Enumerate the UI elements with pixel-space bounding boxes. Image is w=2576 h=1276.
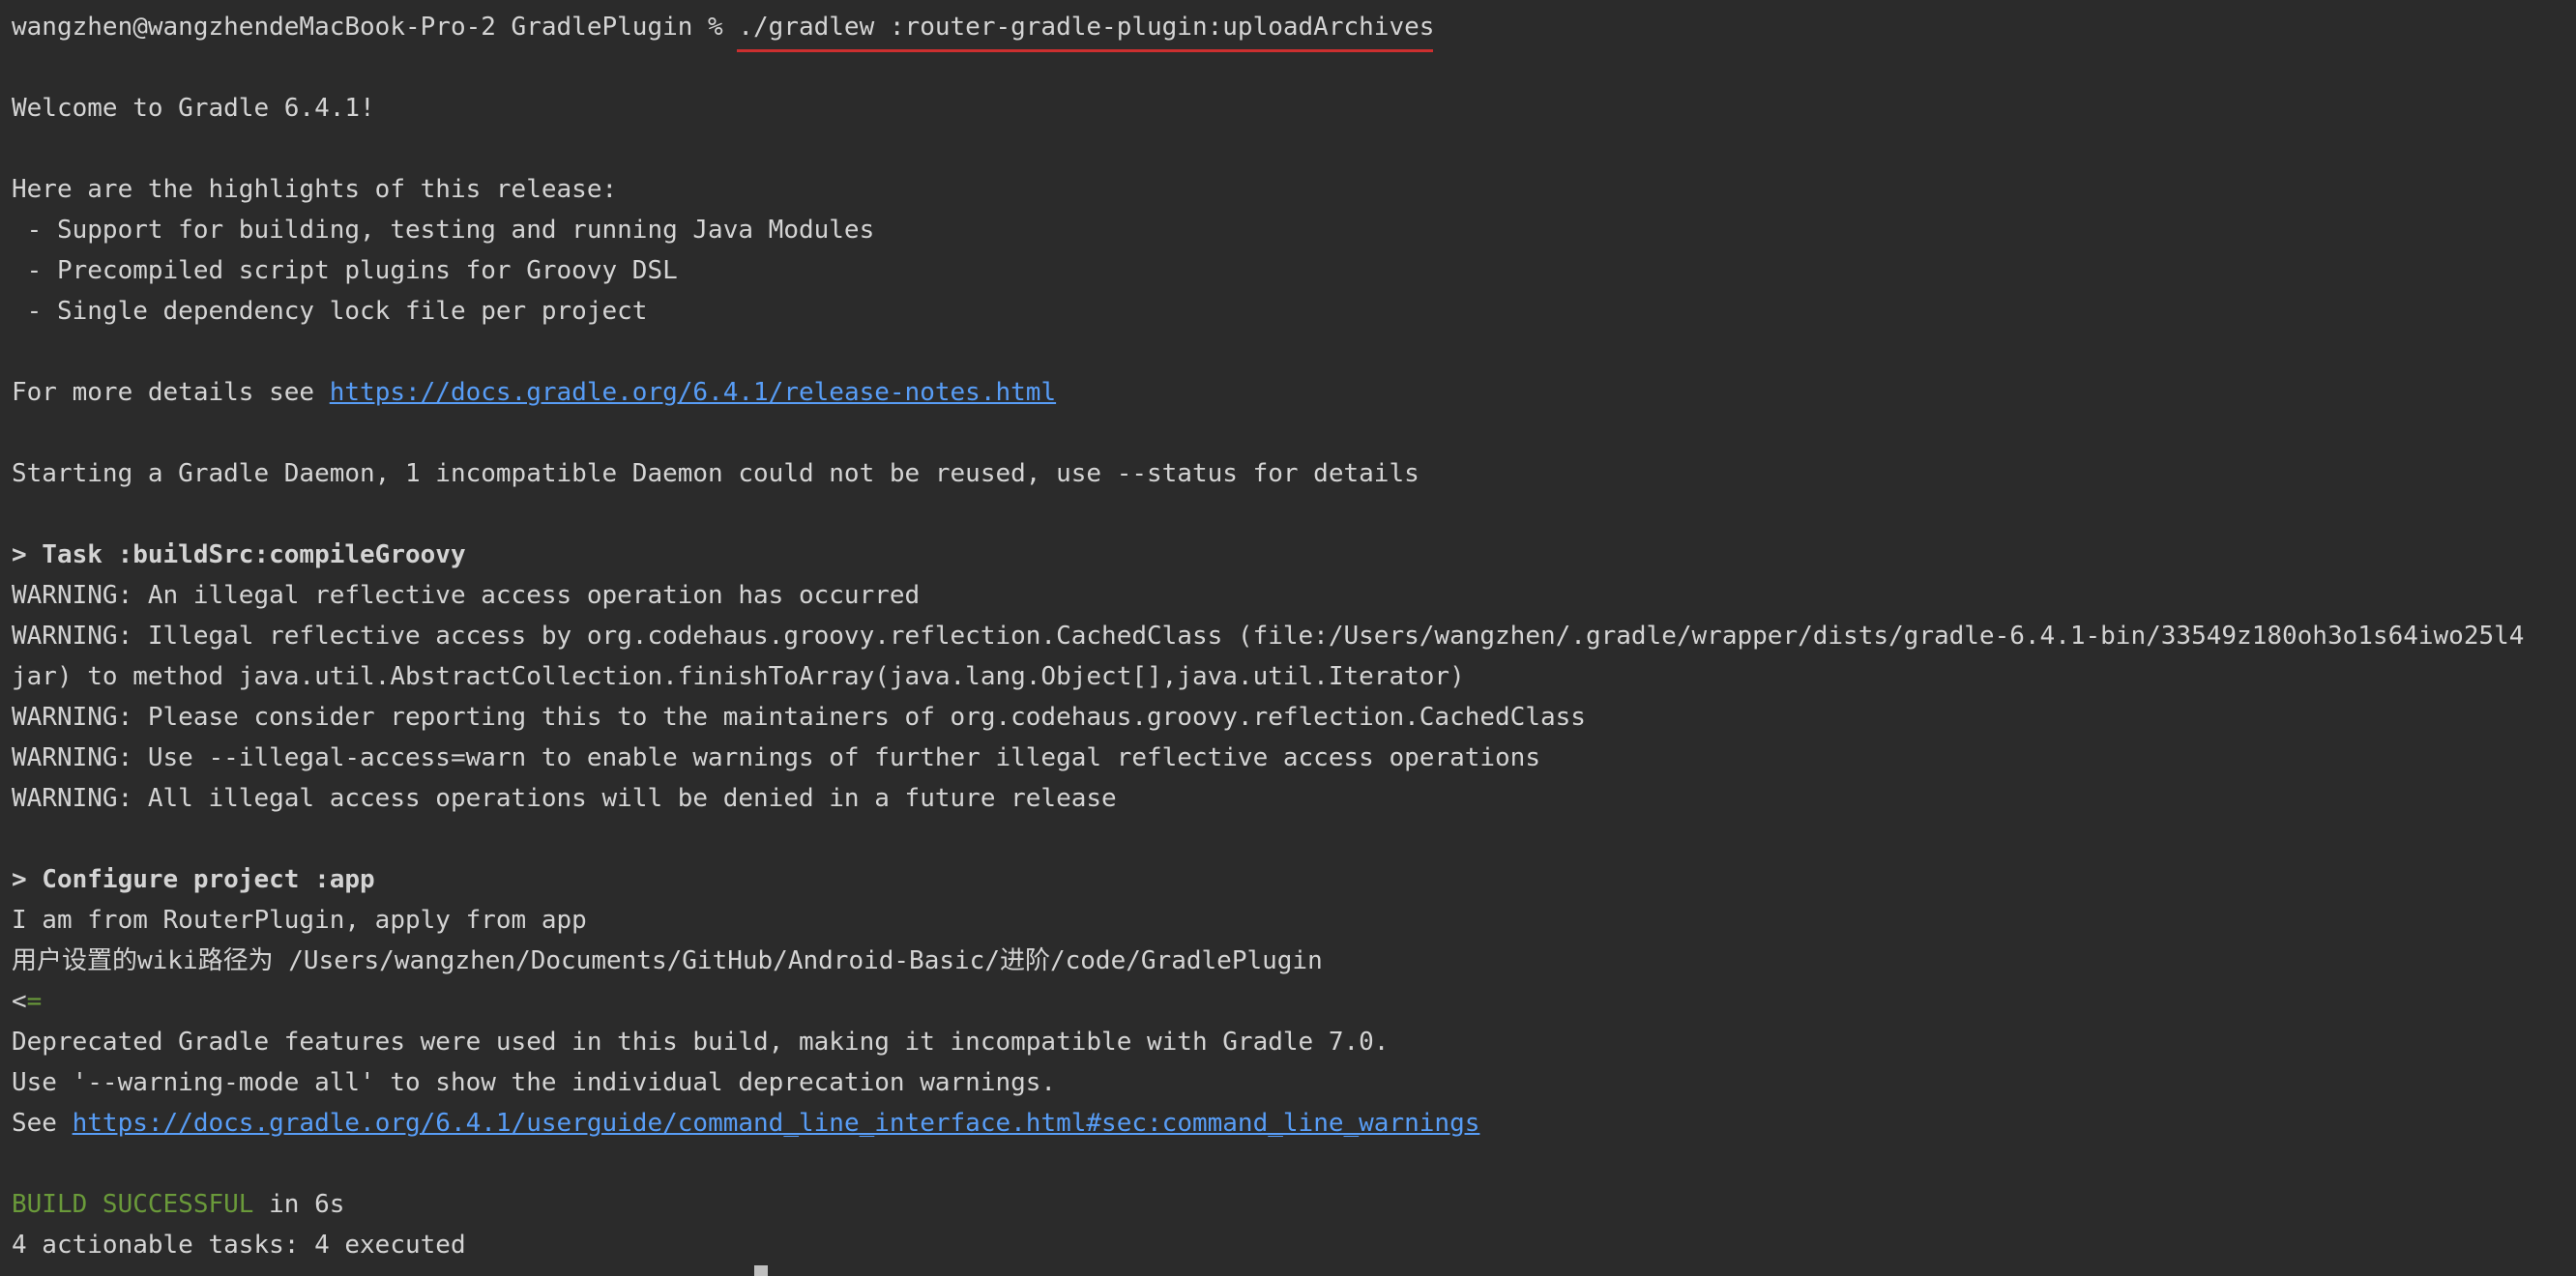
warning-line: WARNING: All illegal access operations w…	[12, 784, 1117, 813]
plugin-message: I am from RouterPlugin, apply from app	[12, 906, 587, 935]
daemon-message: Starting a Gradle Daemon, 1 incompatible…	[12, 459, 1420, 488]
command-text: ./gradlew :router-gradle-plugin:uploadAr…	[738, 13, 1435, 42]
deprecation-hint: Use '--warning-mode all' to show the ind…	[12, 1068, 1057, 1097]
build-time: in 6s	[253, 1190, 345, 1219]
highlight-item: - Single dependency lock file per projec…	[12, 297, 648, 326]
build-result: BUILD SUCCESSFUL in 6s	[12, 1184, 344, 1225]
build-status: BUILD SUCCESSFUL	[12, 1190, 254, 1219]
progress-fill: =	[26, 987, 43, 1016]
progress-bracket: <	[12, 987, 27, 1016]
terminal-window[interactable]: wangzhen@wangzhendeMacBook-Pro-2 GradleP…	[0, 0, 2576, 1276]
warning-line: jar) to method java.util.AbstractCollect…	[12, 662, 1465, 691]
warning-line: WARNING: Use --illegal-access=warn to en…	[12, 743, 1540, 772]
command-line-warnings-link[interactable]: https://docs.gradle.org/6.4.1/userguide/…	[73, 1109, 1480, 1138]
highlight-item: - Precompiled script plugins for Groovy …	[12, 256, 678, 285]
command-underline	[737, 49, 1433, 52]
configure-project-app: > Configure project :app	[12, 865, 375, 894]
see-line: See https://docs.gradle.org/6.4.1/usergu…	[12, 1103, 1479, 1144]
wiki-path-message: 用户设置的wiki路径为 /Users/wangzhen/Documents/G…	[12, 946, 1323, 975]
shell-prompt: wangzhen@wangzhendeMacBook-Pro-2 GradleP…	[12, 13, 739, 42]
details-line: For more details see https://docs.gradle…	[12, 372, 1056, 413]
task-compile-groovy: > Task :buildSrc:compileGroovy	[12, 540, 466, 569]
progress-indicator: <=	[12, 981, 42, 1022]
highlights-header: Here are the highlights of this release:	[12, 175, 618, 204]
welcome-line: Welcome to Gradle 6.4.1!	[12, 94, 375, 123]
release-notes-link[interactable]: https://docs.gradle.org/6.4.1/release-no…	[330, 378, 1056, 407]
warning-line: WARNING: Illegal reflective access by or…	[12, 622, 2525, 651]
highlight-item: - Support for building, testing and runn…	[12, 216, 875, 245]
text-cursor	[754, 1265, 768, 1276]
warning-line: WARNING: An illegal reflective access op…	[12, 581, 921, 610]
tasks-summary: 4 actionable tasks: 4 executed	[12, 1231, 466, 1260]
see-prefix: See	[12, 1109, 73, 1138]
command-line: wangzhen@wangzhendeMacBook-Pro-2 GradleP…	[12, 7, 1434, 47]
details-prefix: For more details see	[12, 378, 330, 407]
deprecation-warning: Deprecated Gradle features were used in …	[12, 1028, 1390, 1057]
warning-line: WARNING: Please consider reporting this …	[12, 703, 1586, 732]
